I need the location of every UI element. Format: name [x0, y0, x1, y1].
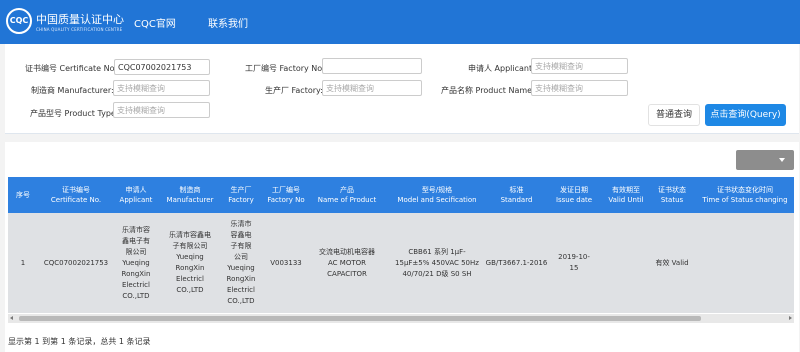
- horizontal-scrollbar[interactable]: [8, 314, 794, 323]
- column-header-valid-until[interactable]: 有效期至 Valid Until: [601, 177, 651, 213]
- manufacturer-input[interactable]: [113, 80, 210, 96]
- applicant-input[interactable]: [531, 58, 628, 74]
- query-button[interactable]: 点击查询(Query): [705, 104, 786, 126]
- column-header-certificate-no[interactable]: 证书编号 Certificate No.: [41, 177, 111, 213]
- factory-no-input[interactable]: [322, 58, 422, 74]
- cell-status: 有效 Valid: [655, 258, 689, 267]
- column-header-factory-no[interactable]: 工厂编号 Factory No: [262, 177, 310, 213]
- pagination-info: 显示第 1 到第 1 条记录，总共 1 条记录: [8, 337, 151, 346]
- normal-query-button[interactable]: 普通查询: [648, 104, 700, 126]
- column-header-status-changed[interactable]: 证书状态变化时间 Time of Status changing: [696, 177, 794, 213]
- manufacturer-label: 制造商 Manufacturer:: [31, 86, 114, 95]
- nav-contact-us[interactable]: 联系我们: [208, 15, 248, 30]
- cqc-logo-icon: CQC: [6, 8, 32, 34]
- column-header-manufacturer[interactable]: 制造商 Manufacturer: [158, 177, 222, 213]
- factory-label: 生产厂 Factory:: [265, 86, 323, 95]
- cell-product: 交流电动机电容器 AC MOTOR CAPACITOR: [319, 247, 375, 278]
- product-name-label: 产品名称 Product Name:: [441, 86, 535, 95]
- columns-dropdown-button[interactable]: [736, 150, 794, 170]
- column-header-issue-date[interactable]: 发证日期 Issue date: [548, 177, 600, 213]
- column-header-factory[interactable]: 生产厂 Factory: [221, 177, 261, 213]
- cell-valid-until: [601, 213, 651, 313]
- column-header-model[interactable]: 型号/规格 Model and Secification: [382, 177, 492, 213]
- cell-applicant: 乐清市容 鑫电子有 限公司 Yueqing RongXin Electricl CO.,…: [121, 225, 151, 300]
- logo-subtitle: CHINA QUALITY CERTIFICATION CENTRE: [36, 27, 123, 32]
- cell-issue-date: 2019-10- 15: [558, 253, 590, 272]
- logo-title: 中国质量认证中心: [36, 13, 124, 26]
- cell-model: CBB61 系列 1μF- 15μF±5% 450VAC 50Hz 40/70/21…: [395, 247, 479, 278]
- cell-standard: GB/T3667.1-2016: [485, 258, 548, 267]
- cell-status-changed: [696, 213, 794, 313]
- product-type-label: 产品型号 Product Type:: [30, 109, 119, 118]
- applicant-label: 申请人 Applicant:: [468, 64, 535, 73]
- scroll-right-icon[interactable]: [789, 316, 792, 320]
- nav-cqc-official[interactable]: CQC官网: [134, 15, 176, 30]
- certificate-no-label: 证书编号 Certificate No.:: [25, 64, 120, 73]
- factory-no-label: 工厂编号 Factory No.:: [245, 64, 328, 73]
- product-name-input[interactable]: [531, 80, 628, 96]
- column-header-applicant[interactable]: 申请人 Applicant: [112, 177, 160, 213]
- caret-down-icon: [779, 158, 785, 162]
- column-header-product[interactable]: 产品 Name of Product: [312, 177, 382, 213]
- top-navbar: CQC 中国质量认证中心 CHINA QUALITY CERTIFICATION…: [0, 0, 800, 44]
- table-row[interactable]: 1 CQC07002021753 乐清市容 鑫电子有 限公司 Yueqing Rong…: [8, 213, 794, 313]
- certificate-no-input[interactable]: [114, 59, 210, 75]
- column-header-standard[interactable]: 标准 Standard: [484, 177, 549, 213]
- cell-certificate-no: CQC07002021753: [43, 258, 109, 267]
- product-type-input[interactable]: [113, 102, 210, 118]
- cell-factory-no: V003133: [270, 258, 302, 267]
- column-header-index[interactable]: 序号: [8, 177, 38, 213]
- cell-manufacturer: 乐清市容鑫电 子有限公司 Yueqing RongXin Electricl CO.,L…: [169, 231, 211, 294]
- table-header: 序号 证书编号 Certificate No. 申请人 Applicant 制造商 M…: [8, 177, 794, 213]
- column-header-status[interactable]: 证书状态 Status: [650, 177, 694, 213]
- cell-index: 1: [20, 258, 26, 267]
- scroll-left-icon[interactable]: [10, 316, 13, 320]
- factory-input[interactable]: [322, 80, 422, 96]
- cell-factory: 乐清市 容鑫电 子有限 公司 Yueqing RongXin Electricl CO.,…: [226, 220, 256, 305]
- scrollbar-thumb[interactable]: [19, 316, 701, 321]
